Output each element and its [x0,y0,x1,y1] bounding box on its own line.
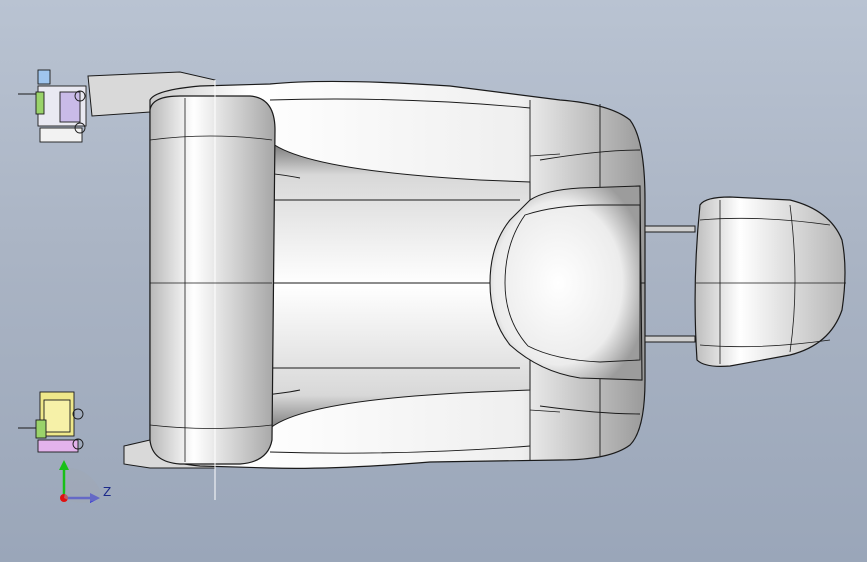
axis-z-label: Z [103,485,112,499]
seat-front-bolster[interactable] [149,80,276,500]
cad-viewport[interactable] [0,0,867,562]
headrest[interactable] [694,196,846,367]
recliner-mechanism-bottom[interactable] [18,391,84,453]
axis-triad [59,460,100,503]
headrest-posts [644,225,696,343]
recliner-mechanism-top[interactable] [18,69,87,143]
